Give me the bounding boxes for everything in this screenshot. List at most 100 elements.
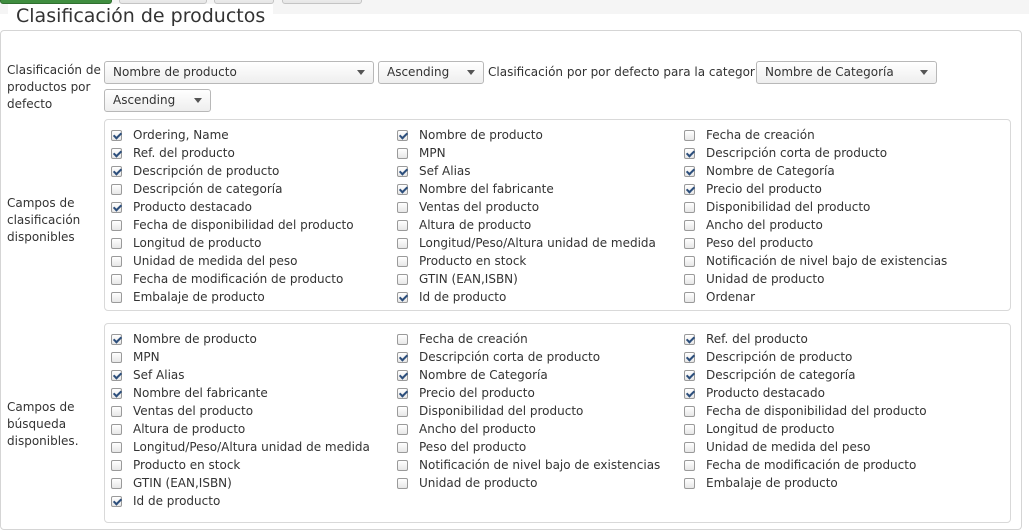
search-field-option[interactable]: Unidad de medida del peso [684,438,927,456]
sort-field-option[interactable]: Altura de producto [397,216,656,234]
checkbox-checked[interactable] [684,333,695,345]
sort-field-option[interactable]: Nombre de producto [397,126,656,144]
search-field-option[interactable]: Ventas del producto [111,402,370,420]
sort-field-option[interactable]: Precio del producto [684,180,947,198]
checkbox-checked[interactable] [397,165,408,177]
checkbox-unchecked[interactable] [111,219,122,231]
sort-field-option[interactable]: Descripción de producto [111,162,354,180]
search-field-option[interactable]: Descripción de producto [684,348,927,366]
checkbox-unchecked[interactable] [684,477,695,489]
sort-field-option[interactable]: Unidad de producto [684,270,947,288]
search-field-option[interactable]: Peso del producto [397,438,660,456]
checkbox-unchecked[interactable] [111,423,122,435]
default-sort-order-select[interactable]: Ascending [378,61,484,84]
checkbox-unchecked[interactable] [397,423,408,435]
search-field-option[interactable]: MPN [111,348,370,366]
search-field-option[interactable]: Longitud/Peso/Altura unidad de medida [111,438,370,456]
checkbox-checked[interactable] [111,129,122,141]
checkbox-unchecked[interactable] [684,405,695,417]
checkbox-unchecked[interactable] [684,291,695,303]
search-field-option[interactable]: Fecha de disponibilidad del producto [684,402,927,420]
toolbar-button[interactable] [282,0,362,4]
checkbox-unchecked[interactable] [684,129,695,141]
sort-field-option[interactable]: Fecha de modificación de producto [111,270,354,288]
checkbox-unchecked[interactable] [111,237,122,249]
sort-field-option[interactable]: Ventas del producto [397,198,656,216]
sort-field-option[interactable]: Ref. del producto [111,144,354,162]
checkbox-unchecked[interactable] [684,441,695,453]
checkbox-checked[interactable] [111,201,122,213]
checkbox-unchecked[interactable] [111,273,122,285]
search-field-option[interactable]: Nombre del fabricante [111,384,370,402]
search-field-option[interactable]: Nombre de Categoría [397,366,660,384]
checkbox-checked[interactable] [111,333,122,345]
search-field-option[interactable]: Producto destacado [684,384,927,402]
search-field-option[interactable]: Id de producto [111,492,370,510]
sort-field-option[interactable]: Sef Alias [397,162,656,180]
checkbox-unchecked[interactable] [111,459,122,471]
checkbox-unchecked[interactable] [397,273,408,285]
checkbox-unchecked[interactable] [111,291,122,303]
checkbox-checked[interactable] [111,165,122,177]
checkbox-unchecked[interactable] [684,459,695,471]
search-field-option[interactable]: Longitud de producto [684,420,927,438]
checkbox-unchecked[interactable] [111,441,122,453]
search-field-option[interactable]: Sef Alias [111,366,370,384]
checkbox-checked[interactable] [397,129,408,141]
sort-field-option[interactable]: Producto destacado [111,198,354,216]
sort-field-option[interactable]: Descripción de categoría [111,180,354,198]
checkbox-checked[interactable] [397,291,408,303]
checkbox-unchecked[interactable] [397,441,408,453]
sort-field-option[interactable]: Nombre del fabricante [397,180,656,198]
search-field-option[interactable]: Unidad de producto [397,474,660,492]
checkbox-checked[interactable] [684,351,695,363]
sort-field-option[interactable]: Fecha de disponibilidad del producto [111,216,354,234]
checkbox-unchecked[interactable] [397,147,408,159]
checkbox-checked[interactable] [111,147,122,159]
checkbox-unchecked[interactable] [684,219,695,231]
search-field-option[interactable]: Nombre de producto [111,330,370,348]
search-field-option[interactable]: Fecha de creación [397,330,660,348]
sort-field-option[interactable]: MPN [397,144,656,162]
search-field-option[interactable]: Ancho del producto [397,420,660,438]
sort-field-option[interactable]: Unidad de medida del peso [111,252,354,270]
search-field-option[interactable]: Descripción de categoría [684,366,927,384]
checkbox-unchecked[interactable] [397,405,408,417]
checkbox-unchecked[interactable] [684,237,695,249]
checkbox-unchecked[interactable] [684,201,695,213]
checkbox-unchecked[interactable] [397,459,408,471]
search-field-option[interactable]: Precio del producto [397,384,660,402]
category-sort-order-select[interactable]: Ascending [104,89,211,112]
checkbox-unchecked[interactable] [397,201,408,213]
checkbox-unchecked[interactable] [397,333,408,345]
search-field-option[interactable]: Notificación de nivel bajo de existencia… [397,456,660,474]
checkbox-unchecked[interactable] [111,351,122,363]
default-sort-field-select[interactable]: Nombre de producto [104,61,374,84]
sort-field-option[interactable]: Ancho del producto [684,216,947,234]
sort-field-option[interactable]: Nombre de Categoría [684,162,947,180]
checkbox-checked[interactable] [684,387,695,399]
checkbox-checked[interactable] [397,369,408,381]
sort-field-option[interactable]: Disponibilidad del producto [684,198,947,216]
sort-field-option[interactable]: Longitud de producto [111,234,354,252]
checkbox-unchecked[interactable] [684,423,695,435]
checkbox-unchecked[interactable] [111,405,122,417]
checkbox-checked[interactable] [684,165,695,177]
sort-field-option[interactable]: Longitud/Peso/Altura unidad de medida [397,234,656,252]
search-field-option[interactable]: Disponibilidad del producto [397,402,660,420]
checkbox-unchecked[interactable] [111,477,122,489]
checkbox-checked[interactable] [684,183,695,195]
sort-field-option[interactable]: Peso del producto [684,234,947,252]
checkbox-checked[interactable] [397,351,408,363]
checkbox-unchecked[interactable] [397,237,408,249]
search-field-option[interactable]: Producto en stock [111,456,370,474]
sort-field-option[interactable]: Embalaje de producto [111,288,354,306]
sort-field-option[interactable]: Ordering, Name [111,126,354,144]
checkbox-unchecked[interactable] [397,477,408,489]
sort-field-option[interactable]: GTIN (EAN,ISBN) [397,270,656,288]
search-field-option[interactable]: Embalaje de producto [684,474,927,492]
checkbox-checked[interactable] [111,495,122,507]
checkbox-unchecked[interactable] [684,273,695,285]
checkbox-checked[interactable] [397,183,408,195]
checkbox-checked[interactable] [111,369,122,381]
